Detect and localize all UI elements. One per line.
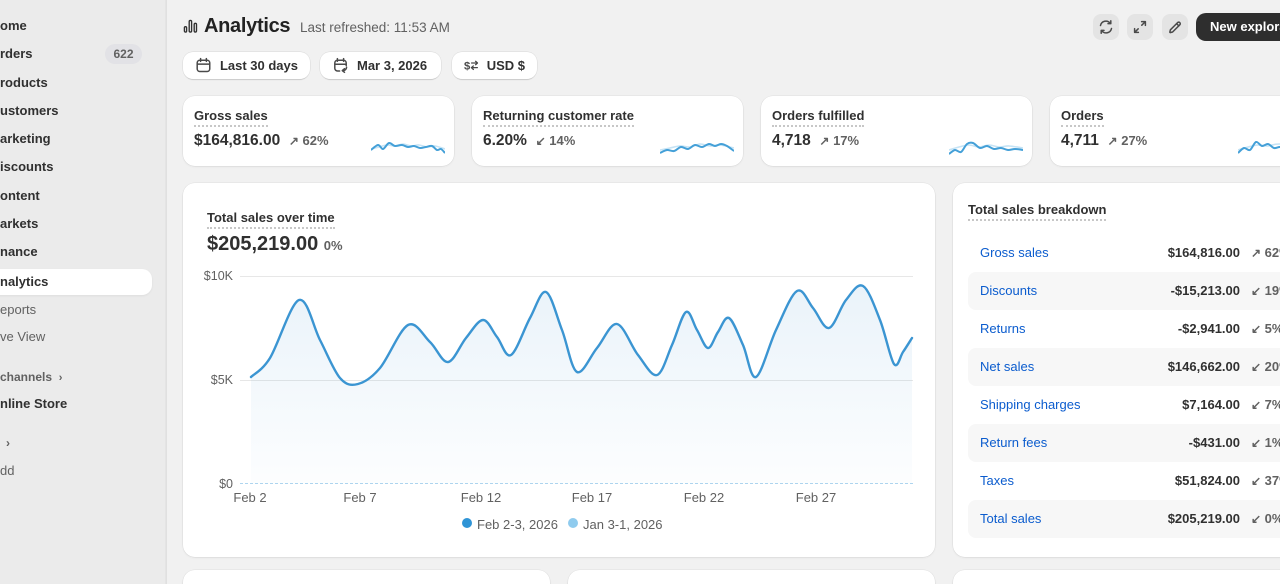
svg-text:$: $ bbox=[464, 60, 471, 72]
